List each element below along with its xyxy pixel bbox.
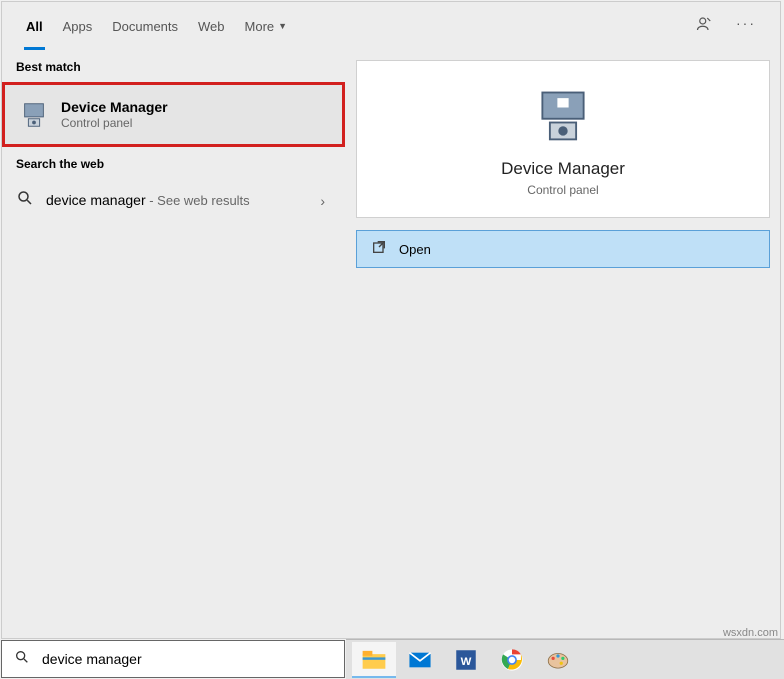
search-bar[interactable] xyxy=(1,640,345,678)
taskbar-mail[interactable] xyxy=(398,642,442,678)
web-result-item[interactable]: device manager - See web results › xyxy=(2,179,345,222)
chevron-down-icon: ▼ xyxy=(278,21,287,31)
tab-documents[interactable]: Documents xyxy=(102,2,188,50)
search-results-panel: All Apps Documents Web More ▼ ··· Best m… xyxy=(1,1,781,639)
detail-title: Device Manager xyxy=(501,159,625,179)
search-web-label: Search the web xyxy=(2,147,345,179)
taskbar-chrome[interactable] xyxy=(490,642,534,678)
feedback-icon[interactable] xyxy=(696,15,714,38)
search-icon xyxy=(16,189,34,212)
open-icon xyxy=(371,239,387,260)
tab-all[interactable]: All xyxy=(16,2,53,50)
tab-web[interactable]: Web xyxy=(188,2,235,50)
svg-text:W: W xyxy=(461,655,472,667)
chevron-right-icon: › xyxy=(320,193,331,209)
filter-tabs: All Apps Documents Web More ▼ ··· xyxy=(2,2,780,50)
web-result-text: device manager - See web results xyxy=(46,192,250,210)
result-device-manager[interactable]: Device Manager Control panel xyxy=(2,82,345,147)
taskbar-word[interactable]: W xyxy=(444,642,488,678)
open-button[interactable]: Open xyxy=(356,230,770,268)
options-icon[interactable]: ··· xyxy=(736,15,756,38)
watermark: wsxdn.com xyxy=(723,627,778,639)
device-manager-icon xyxy=(19,100,49,130)
best-match-label: Best match xyxy=(2,50,345,82)
tab-more[interactable]: More ▼ xyxy=(235,2,298,50)
web-query: device manager xyxy=(46,192,146,208)
detail-column: Device Manager Control panel Open xyxy=(346,50,780,638)
result-text: Device Manager Control panel xyxy=(61,99,168,130)
content-area: Best match Device Manager Control panel … xyxy=(2,50,780,638)
search-input[interactable] xyxy=(42,651,332,667)
tab-apps[interactable]: Apps xyxy=(53,2,103,50)
results-column: Best match Device Manager Control panel … xyxy=(2,50,346,638)
detail-subtitle: Control panel xyxy=(527,183,598,197)
taskbar-paint[interactable] xyxy=(536,642,580,678)
result-title: Device Manager xyxy=(61,99,168,115)
web-suffix: - See web results xyxy=(146,193,250,208)
search-icon xyxy=(14,649,30,670)
device-manager-large-icon xyxy=(533,85,593,145)
result-subtitle: Control panel xyxy=(61,116,168,130)
taskbar-file-explorer[interactable] xyxy=(352,642,396,678)
tab-more-label: More xyxy=(245,19,275,34)
detail-card: Device Manager Control panel xyxy=(356,60,770,218)
open-label: Open xyxy=(399,242,431,257)
taskbar: W xyxy=(346,639,784,679)
